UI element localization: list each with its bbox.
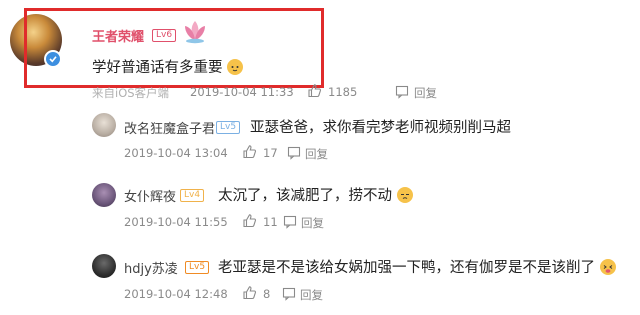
avatar[interactable] — [92, 113, 116, 137]
like-count: 17 — [263, 146, 278, 160]
reply-time: 2019-10-04 11:55 — [124, 215, 228, 229]
like-count: 11 — [263, 215, 278, 229]
reply-username[interactable]: hdjy苏凌 — [124, 258, 178, 277]
comment-time: 2019-10-04 11:33 — [190, 85, 294, 99]
level-badge: Lv5 — [216, 121, 241, 134]
reply-time: 2019-10-04 13:04 — [124, 146, 228, 160]
avatar[interactable] — [92, 183, 116, 207]
avatar[interactable] — [92, 254, 116, 278]
like-icon[interactable] — [242, 213, 257, 232]
sleepy-emoji-icon — [396, 187, 413, 203]
reply-time: 2019-10-04 12:48 — [124, 287, 228, 301]
like-icon[interactable] — [307, 83, 322, 102]
like-count: 8 — [263, 287, 271, 301]
highlight-frame — [24, 8, 324, 88]
reply-button[interactable]: 回复 — [300, 287, 323, 303]
reply-icon[interactable] — [282, 286, 296, 305]
reply-icon[interactable] — [395, 84, 409, 103]
reply-icon[interactable] — [283, 214, 297, 233]
level-badge: Lv5 — [185, 261, 210, 274]
level-badge: Lv4 — [180, 189, 205, 202]
reply-text: 太沉了，该减肥了，捞不动 — [218, 184, 413, 205]
reply-text: 老亚瑟是不是该给女娲加强一下鸭，还有伽罗是不是该削了 — [218, 256, 616, 277]
reply-button[interactable]: 回复 — [301, 215, 324, 231]
reply-button[interactable]: 回复 — [305, 146, 328, 162]
reply-text-content: 老亚瑟是不是该给女娲加强一下鸭，还有伽罗是不是该削了 — [218, 260, 595, 276]
like-count: 1185 — [328, 85, 358, 99]
reply-username[interactable]: 女仆辉夜 — [124, 186, 176, 205]
reply-icon[interactable] — [287, 145, 301, 164]
reply-text-content: 太沉了，该减肥了，捞不动 — [218, 188, 392, 204]
reply-text: 亚瑟爸爸，求你看完梦老师视频别削马超 — [250, 120, 511, 136]
comment-source: 来自iOS客户端 — [92, 86, 170, 100]
drooling-emoji-icon — [599, 259, 616, 275]
like-icon[interactable] — [242, 285, 257, 304]
reply-username[interactable]: 改名狂魔盒子君 — [124, 118, 215, 137]
reply-button[interactable]: 回复 — [414, 85, 437, 101]
like-icon[interactable] — [242, 144, 257, 163]
